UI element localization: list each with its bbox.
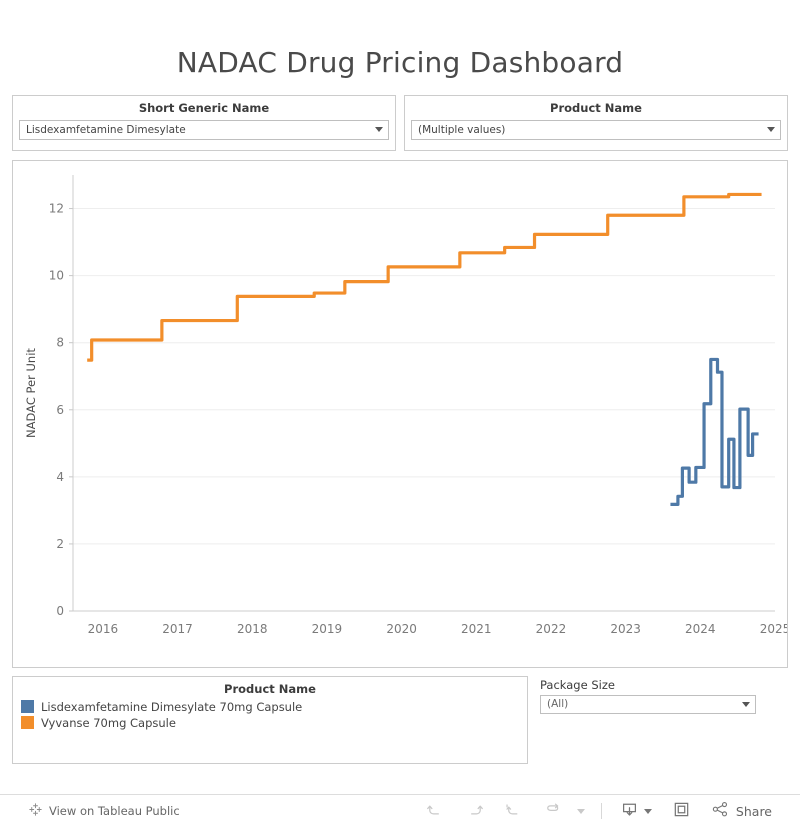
- legend-item-label: Vyvanse 70mg Capsule: [41, 715, 176, 730]
- y-tick-label: 4: [56, 470, 64, 484]
- chevron-down-icon: [375, 127, 383, 133]
- x-tick-label: 2019: [312, 622, 343, 636]
- refresh-button[interactable]: [533, 798, 572, 824]
- revert-icon: [504, 800, 523, 823]
- undo-icon: [426, 800, 445, 823]
- x-tick-label: 2018: [237, 622, 268, 636]
- legend-item[interactable]: Lisdexamfetamine Dimesylate 70mg Capsule: [19, 699, 521, 715]
- legend-item-label: Lisdexamfetamine Dimesylate 70mg Capsule: [41, 699, 303, 714]
- legend-title: Product Name: [224, 681, 316, 696]
- y-tick-label: 8: [56, 335, 64, 349]
- undo-button[interactable]: [416, 798, 455, 824]
- toolbar-divider: [600, 803, 602, 819]
- chart-panel[interactable]: 0 2 4 6 8 10 12 2016 2017 2018 2019 2020 2021 2022 202…: [12, 159, 788, 668]
- view-on-tableau-public-link[interactable]: View on Tableau Public: [28, 802, 180, 820]
- y-tick-label: 10: [49, 268, 64, 282]
- fullscreen-button[interactable]: [662, 798, 701, 824]
- toolbar-actions: Share: [416, 798, 782, 824]
- chevron-down-icon: [767, 127, 775, 133]
- refresh-dropdown-button[interactable]: [572, 798, 593, 824]
- x-tick-label: 2016: [88, 622, 119, 636]
- product-name-value: (Multiple values): [418, 123, 506, 136]
- redo-icon: [465, 800, 484, 823]
- filter-label-package-size: Package Size: [540, 677, 615, 692]
- chevron-down-icon: [742, 701, 750, 707]
- package-size-dropdown[interactable]: (All): [540, 694, 756, 714]
- filter-label-product-name: Product Name: [550, 100, 642, 115]
- share-icon: [711, 800, 730, 823]
- filter-label-short-generic-name: Short Generic Name: [138, 100, 270, 115]
- x-tick-label: 2024: [685, 622, 716, 636]
- tableau-toolbar: View on Tableau Public Share: [0, 794, 800, 827]
- revert-button[interactable]: [494, 798, 533, 824]
- refresh-icon: [543, 800, 562, 823]
- filter-row: Short Generic Name Lisdexamfetamine Dime…: [0, 79, 800, 151]
- series-line[interactable]: [87, 192, 762, 362]
- short-generic-name-value: Lisdexamfetamine Dimesylate: [26, 123, 186, 136]
- y-tick-label: 12: [49, 201, 64, 215]
- chevron-down-icon: [576, 808, 585, 814]
- legend-item-list: Lisdexamfetamine Dimesylate 70mg Capsule…: [19, 699, 521, 731]
- x-tick-label: 2025: [760, 622, 787, 636]
- page-title: NADAC Drug Pricing Dashboard: [176, 46, 624, 79]
- filter-card-product-name: Product Name (Multiple values): [404, 94, 788, 151]
- package-size-value: (All): [547, 698, 569, 711]
- chevron-down-icon: [643, 808, 652, 814]
- y-tick-label: 0: [56, 604, 64, 618]
- y-axis-title: NADAC Per Unit: [24, 347, 38, 437]
- filter-card-package-size: Package Size (All): [536, 676, 780, 764]
- download-button[interactable]: [610, 798, 662, 824]
- x-tick-label: 2022: [536, 622, 567, 636]
- download-icon: [620, 800, 639, 823]
- legend-color-swatch: [21, 716, 34, 730]
- legend-product-name: Product Name Lisdexamfetamine Dimesylate…: [12, 675, 528, 764]
- y-tick-label: 2: [56, 537, 64, 551]
- legend-color-swatch: [21, 700, 34, 714]
- product-name-dropdown[interactable]: (Multiple values): [411, 119, 781, 140]
- fullscreen-icon: [672, 800, 691, 823]
- series-line[interactable]: [670, 357, 759, 506]
- short-generic-name-dropdown[interactable]: Lisdexamfetamine Dimesylate: [19, 119, 389, 140]
- y-tick-label: 6: [56, 403, 64, 417]
- x-tick-label: 2021: [461, 622, 492, 636]
- filter-card-short-generic-name: Short Generic Name Lisdexamfetamine Dime…: [12, 94, 396, 151]
- share-label: Share: [735, 803, 772, 819]
- nadac-price-line-chart[interactable]: 0 2 4 6 8 10 12 2016 2017 2018 2019 2020 2021 2022 202…: [13, 161, 787, 667]
- x-tick-label: 2017: [162, 622, 193, 636]
- legend-item[interactable]: Vyvanse 70mg Capsule: [19, 715, 521, 731]
- x-tick-label: 2023: [610, 622, 641, 636]
- view-on-tableau-public-label: View on Tableau Public: [49, 804, 180, 818]
- tableau-logo-icon: [28, 802, 43, 820]
- redo-button[interactable]: [455, 798, 494, 824]
- bottom-row: Product Name Lisdexamfetamine Dimesylate…: [0, 668, 800, 764]
- x-tick-label: 2020: [386, 622, 417, 636]
- share-button[interactable]: Share: [701, 798, 782, 824]
